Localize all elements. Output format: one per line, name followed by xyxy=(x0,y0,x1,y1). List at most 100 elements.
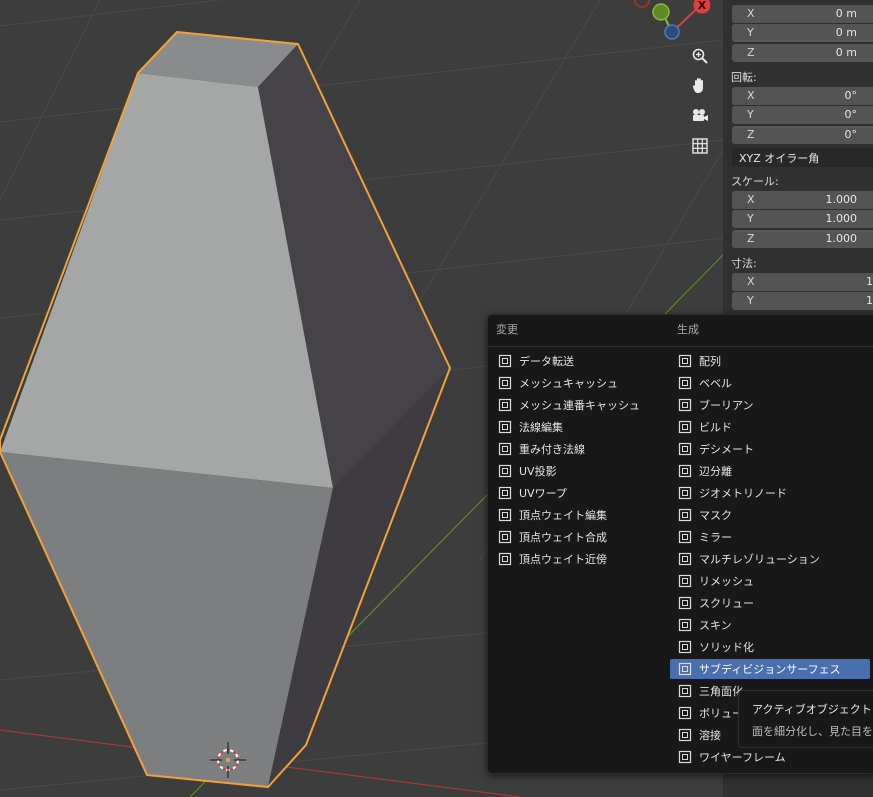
mirror-icon xyxy=(677,529,693,545)
location-y-field[interactable]: Y 0 m xyxy=(732,24,873,42)
modifier-item[interactable]: ジオメトリノード xyxy=(670,483,870,503)
modifier-item-label: ソリッド化 xyxy=(699,641,754,654)
modifier-item[interactable]: UV投影 xyxy=(490,461,668,481)
modifier-item-label: ジオメトリノード xyxy=(699,487,787,500)
field-axis-label: Y xyxy=(747,26,754,39)
scale-z-field[interactable]: Z 1.000 xyxy=(732,230,873,248)
field-value: 0 m xyxy=(835,46,857,59)
modifier-item[interactable]: ミラー xyxy=(670,527,870,547)
modifier-item[interactable]: UVワープ xyxy=(490,483,668,503)
weighted-normal-icon xyxy=(497,441,513,457)
field-axis-label: Y xyxy=(747,294,754,307)
field-axis-label: Z xyxy=(747,232,755,245)
modifier-item[interactable]: 法線編集 xyxy=(490,417,668,437)
edge-split-icon xyxy=(677,463,693,479)
tooltip-description: 面を細分化し、見た目を xyxy=(752,725,873,738)
modifier-item-label: サブディビジョンサーフェス xyxy=(699,663,841,676)
modifier-item-label: ミラー xyxy=(699,531,732,544)
rotation-x-field[interactable]: X 0° xyxy=(732,87,873,105)
rotation-label: 回転: xyxy=(731,71,757,84)
ortho-toggle-button[interactable] xyxy=(687,133,713,159)
array-icon xyxy=(677,353,693,369)
pan-button[interactable] xyxy=(687,73,713,99)
modifier-item[interactable]: スキン xyxy=(670,615,870,635)
modifier-item-label: 三角面化 xyxy=(699,685,743,698)
field-value: 0° xyxy=(844,108,858,121)
geometry-nodes-icon xyxy=(677,485,693,501)
modifier-item-label: 配列 xyxy=(699,355,721,368)
field-axis-label: Y xyxy=(747,212,754,225)
modifier-item[interactable]: 頂点ウェイト合成 xyxy=(490,527,668,547)
rotation-y-field[interactable]: Y 0° xyxy=(732,106,873,124)
uv-warp-icon xyxy=(497,485,513,501)
rotation-mode-select[interactable]: XYZ オイラー角 xyxy=(732,148,873,167)
modifier-item[interactable]: ビルド xyxy=(670,417,870,437)
edit-column-header: 変更 xyxy=(496,323,518,336)
modifier-item[interactable]: メッシュキャッシュ xyxy=(490,373,668,393)
location-z-field[interactable]: Z 0 m xyxy=(732,44,873,62)
rotation-mode-value: XYZ オイラー角 xyxy=(739,152,820,165)
modifier-item[interactable]: 辺分離 xyxy=(670,461,870,481)
modifier-item[interactable]: リメッシュ xyxy=(670,571,870,591)
modifier-item[interactable]: 重み付き法線 xyxy=(490,439,668,459)
triangulate-icon xyxy=(677,683,693,699)
field-axis-label: X xyxy=(747,89,755,102)
modifier-item[interactable]: マスク xyxy=(670,505,870,525)
modifier-item[interactable]: 頂点ウェイト近傍 xyxy=(490,549,668,569)
dimensions-x-field[interactable]: X 1 xyxy=(732,273,873,291)
field-value: 1 xyxy=(866,294,873,307)
modifier-item[interactable]: デシメート xyxy=(670,439,870,459)
vertex-weight-edit-icon xyxy=(497,507,513,523)
modifier-item[interactable]: サブディビジョンサーフェス xyxy=(670,659,870,679)
location-x-field[interactable]: X 0 m xyxy=(732,5,873,23)
camera-view-button[interactable] xyxy=(687,103,713,129)
remesh-icon xyxy=(677,573,693,589)
field-value: 1.000 xyxy=(825,193,858,206)
modifier-item[interactable]: ブーリアン xyxy=(670,395,870,415)
dimensions-y-field[interactable]: Y 1 xyxy=(732,292,873,310)
modifier-item[interactable]: 頂点ウェイト編集 xyxy=(490,505,668,525)
modifier-item[interactable]: ソリッド化 xyxy=(670,637,870,657)
hand-icon xyxy=(692,78,703,93)
modifier-item-label: 溶接 xyxy=(699,729,721,742)
modifier-item[interactable]: 配列 xyxy=(670,351,870,371)
field-axis-label: Z xyxy=(747,46,755,59)
subdivision-surface-icon xyxy=(677,661,693,677)
vertex-weight-proximity-icon xyxy=(497,551,513,567)
modifier-item[interactable]: ワイヤーフレーム xyxy=(670,747,870,767)
modifier-item[interactable]: ベベル xyxy=(670,373,870,393)
modifier-item-label: 頂点ウェイト合成 xyxy=(519,531,607,544)
tooltip-title: アクティブオブジェクト xyxy=(752,703,872,716)
modifier-item-label: データ転送 xyxy=(519,355,574,368)
modifier-item[interactable]: スクリュー xyxy=(670,593,870,613)
wireframe-icon xyxy=(677,749,693,765)
rotation-z-field[interactable]: Z 0° xyxy=(732,126,873,144)
field-axis-label: Y xyxy=(747,108,754,121)
screw-icon xyxy=(677,595,693,611)
decimate-icon xyxy=(677,441,693,457)
tooltip: アクティブオブジェクト 面を細分化し、見た目を xyxy=(738,690,873,748)
modifier-item-label: ブーリアン xyxy=(699,399,754,412)
modifier-item-label: マスク xyxy=(699,509,732,522)
field-value: 1.000 xyxy=(825,232,858,245)
modifier-item-label: スキン xyxy=(699,619,732,632)
data-transfer-icon xyxy=(497,353,513,369)
modifier-item[interactable]: メッシュ連番キャッシュ xyxy=(490,395,668,415)
volume-icon xyxy=(677,705,693,721)
mask-icon xyxy=(677,507,693,523)
modifier-item-label: リメッシュ xyxy=(699,575,754,588)
field-axis-label: X xyxy=(747,275,755,288)
field-axis-label: Z xyxy=(747,128,755,141)
mesh-sequence-cache-icon xyxy=(497,397,513,413)
modifier-item[interactable]: マルチレゾリューション xyxy=(670,549,870,569)
axis-gizmo[interactable]: X xyxy=(634,0,711,40)
uv-project-icon xyxy=(497,463,513,479)
field-value: 0° xyxy=(844,128,858,141)
scale-y-field[interactable]: Y 1.000 xyxy=(732,210,873,228)
field-value: 1 xyxy=(866,275,873,288)
modifier-item[interactable]: データ転送 xyxy=(490,351,668,371)
scale-x-field[interactable]: X 1.000 xyxy=(732,191,873,209)
modifier-item-label: 重み付き法線 xyxy=(519,443,585,456)
field-value: 0 m xyxy=(835,7,857,20)
zoom-button[interactable] xyxy=(687,43,713,69)
